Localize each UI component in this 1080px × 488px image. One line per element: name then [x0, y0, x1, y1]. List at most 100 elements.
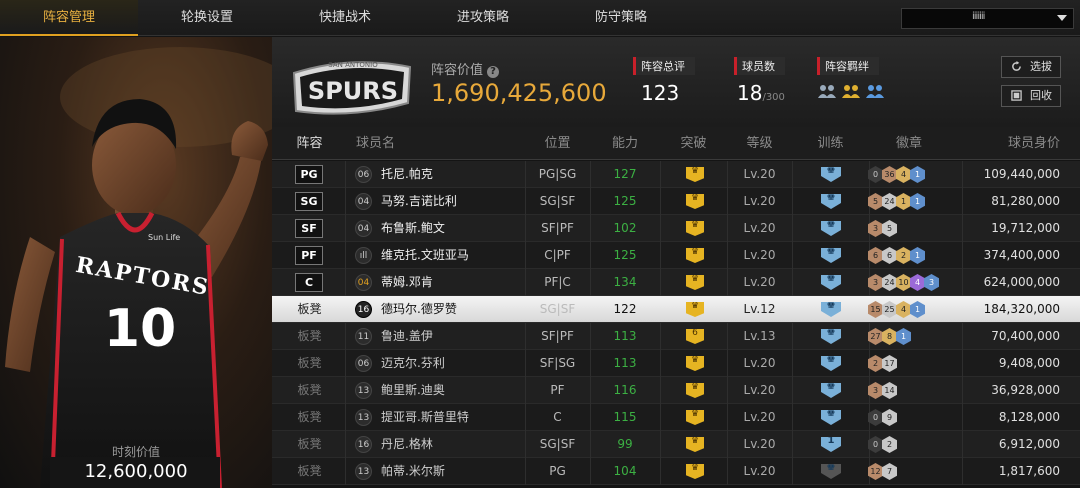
breakthrough-crown-icon[interactable]: ♛: [686, 194, 704, 209]
player-name[interactable]: 维克托.文班亚马: [381, 242, 469, 269]
breakthrough-crown-icon[interactable]: ♛: [686, 464, 704, 479]
pick-button[interactable]: 选拔: [1001, 56, 1061, 78]
training-value: ♚: [826, 273, 836, 284]
slot-label: 板凳: [297, 329, 322, 343]
slot-position-box[interactable]: C: [295, 273, 323, 292]
tab-rotation-settings[interactable]: 轮换设置: [138, 0, 276, 36]
col-breakthrough[interactable]: 突破: [660, 127, 727, 160]
player-name[interactable]: 布鲁斯.鲍文: [381, 215, 445, 242]
column-divider: [345, 404, 346, 431]
player-name[interactable]: 蒂姆.邓肯: [381, 269, 433, 296]
tab-lineup-management[interactable]: 阵容管理: [0, 0, 138, 36]
badge-list[interactable]: 35: [868, 220, 897, 237]
training-shield-icon[interactable]: ♚: [821, 410, 841, 425]
player-name[interactable]: 帕蒂.米尔斯: [381, 458, 445, 485]
breakthrough-crown-icon[interactable]: ♛: [686, 248, 704, 263]
badge-gold-icon: 8: [882, 328, 897, 345]
table-row[interactable]: 板凳 06 迈克尔.芬利 SF|SG 113 ♛ Lv.20 ♚ 2 17 9,408,000: [272, 350, 1080, 377]
badge-list[interactable]: 0 36 4 1: [868, 166, 925, 183]
badge-list[interactable]: 3 24 10 4 3: [868, 274, 939, 291]
player-position: C: [553, 410, 562, 424]
col-position[interactable]: 位置: [525, 127, 590, 160]
slot-position-box[interactable]: SF: [295, 219, 323, 238]
player-name[interactable]: 提亚哥.斯普里特: [381, 404, 469, 431]
table-row[interactable]: 板凳 16 丹尼.格林 SG|SF 99 ♛ Lv.20 1 0 2 6,912,000: [272, 431, 1080, 458]
table-row[interactable]: C 04 蒂姆.邓肯 PF|C 134 ♛ Lv.20 ♚ 3 24 10 4 3 624,000,000: [272, 269, 1080, 296]
slot-position-box[interactable]: PG: [295, 165, 323, 184]
table-row[interactable]: PG 06 托尼.帕克 PG|SG 127 ♛ Lv.20 ♚ 0 36 4 1 109,440,000: [272, 161, 1080, 188]
bond-icon-blue[interactable]: [865, 83, 885, 101]
breakthrough-crown-icon[interactable]: ♛: [686, 383, 704, 398]
badge-list[interactable]: 3 14: [868, 382, 897, 399]
training-shield-icon[interactable]: ♚: [821, 221, 841, 236]
table-row[interactable]: 板凳 13 鲍里斯.迪奥 PF 116 ♛ Lv.20 ♚ 3 14 36,928,000: [272, 377, 1080, 404]
player-name[interactable]: 鲁迪.盖伊: [381, 323, 433, 350]
table-row[interactable]: SG 04 马努.吉诺比利 SG|SF 125 ♛ Lv.20 ♚ 5 24 1 1 81,280,00…: [272, 188, 1080, 215]
breakthrough-crown-icon[interactable]: ♛: [686, 356, 704, 371]
badge-list[interactable]: 6621: [868, 247, 925, 264]
training-shield-icon[interactable]: ♚: [821, 248, 841, 263]
bond-icon-silver[interactable]: [817, 83, 837, 101]
lineup-dropdown[interactable]: iiiiiii: [901, 8, 1074, 29]
tab-quick-tactics[interactable]: 快捷战术: [276, 0, 414, 36]
slot-position-box[interactable]: SG: [295, 192, 323, 211]
badge-list[interactable]: 02: [868, 436, 897, 453]
col-salary[interactable]: 球员身价: [962, 127, 1060, 160]
training-shield-icon[interactable]: 1: [821, 437, 841, 452]
breakthrough-crown-icon[interactable]: ♛: [686, 167, 704, 182]
breakthrough-crown-icon[interactable]: ♛: [686, 221, 704, 236]
table-row[interactable]: 板凳 11 鲁迪.盖伊 SF|PF 113 6 Lv.13 ♚ 27 8 1 70,400,000: [272, 323, 1080, 350]
player-name[interactable]: 迈克尔.芬利: [381, 350, 445, 377]
breakthrough-crown-icon[interactable]: ♛: [686, 410, 704, 425]
badge-gold-icon: 1: [896, 193, 911, 210]
training-shield-icon[interactable]: ♚: [821, 167, 841, 182]
player-name[interactable]: 马努.吉诺比利: [381, 188, 457, 215]
slot-position-box[interactable]: PF: [295, 246, 323, 265]
help-icon[interactable]: ?: [487, 66, 500, 78]
jersey-number-badge: 06: [355, 166, 372, 183]
training-value: ♚: [826, 219, 836, 230]
breakthrough-crown-icon[interactable]: ♛: [686, 302, 704, 317]
badge-list[interactable]: 15 25 4 1: [868, 301, 925, 318]
training-value: ♚: [826, 165, 836, 176]
player-name[interactable]: 丹尼.格林: [381, 431, 433, 458]
player-level: Lv.20: [743, 167, 776, 181]
badge-list[interactable]: 5 24 1 1: [868, 193, 925, 210]
badge-list[interactable]: 12 7: [868, 463, 897, 480]
table-row[interactable]: 板凳 16 德玛尔.德罗赞 SG|SF 122 ♛ Lv.12 ♚ 15 25 4 1 184,320,…: [272, 296, 1080, 323]
training-shield-icon[interactable]: ♚: [821, 329, 841, 344]
breakthrough-crown-icon[interactable]: 6: [686, 329, 704, 344]
table-row[interactable]: 板凳 13 提亚哥.斯普里特 C 115 ♛ Lv.20 ♚ 0 9 8,128,000: [272, 404, 1080, 431]
player-name[interactable]: 德玛尔.德罗赞: [381, 296, 457, 323]
bond-icon-gold[interactable]: [841, 83, 861, 101]
column-divider: [792, 269, 793, 296]
training-shield-icon[interactable]: ♚: [821, 464, 841, 479]
tab-offense-strategy[interactable]: 进攻策略: [414, 0, 552, 36]
breakthrough-crown-icon[interactable]: ♛: [686, 275, 704, 290]
col-badges[interactable]: 徽章: [869, 127, 949, 160]
table-row[interactable]: PF ıll 维克托.文班亚马 C|PF 125 ♛ Lv.20 ♚ 6 6 2 1 374,400,0…: [272, 242, 1080, 269]
col-name[interactable]: 球员名: [356, 127, 416, 160]
recycle-button[interactable]: 回收: [1001, 85, 1061, 107]
breakthrough-crown-icon[interactable]: ♛: [686, 437, 704, 452]
training-shield-icon[interactable]: ♚: [821, 356, 841, 371]
player-ability: 122: [613, 302, 637, 316]
table-row[interactable]: SF 04 布鲁斯.鲍文 SF|PF 102 ♛ Lv.20 ♚ 3 5 19,712,000: [272, 215, 1080, 242]
badge-list[interactable]: 09: [868, 409, 897, 426]
table-row[interactable]: 板凳 13 帕蒂.米尔斯 PG 104 ♛ Lv.20 ♚ 12 7 1,817,600: [272, 458, 1080, 485]
player-name[interactable]: 托尼.帕克: [381, 161, 433, 188]
training-shield-icon[interactable]: ♚: [821, 383, 841, 398]
col-ability[interactable]: 能力: [590, 127, 660, 160]
player-name[interactable]: 鲍里斯.迪奥: [381, 377, 445, 404]
training-shield-icon[interactable]: ♚: [821, 194, 841, 209]
col-training[interactable]: 训练: [792, 127, 869, 160]
badge-list[interactable]: 2 17: [868, 355, 897, 372]
breakthrough-value: ♛: [690, 193, 700, 203]
col-level[interactable]: 等级: [727, 127, 792, 160]
tab-defense-strategy[interactable]: 防守策略: [552, 0, 690, 36]
badge-list[interactable]: 27 8 1: [868, 328, 911, 345]
column-divider: [345, 188, 346, 215]
training-shield-icon[interactable]: ♚: [821, 302, 841, 317]
col-slot[interactable]: 阵容: [282, 127, 337, 160]
training-shield-icon[interactable]: ♚: [821, 275, 841, 290]
